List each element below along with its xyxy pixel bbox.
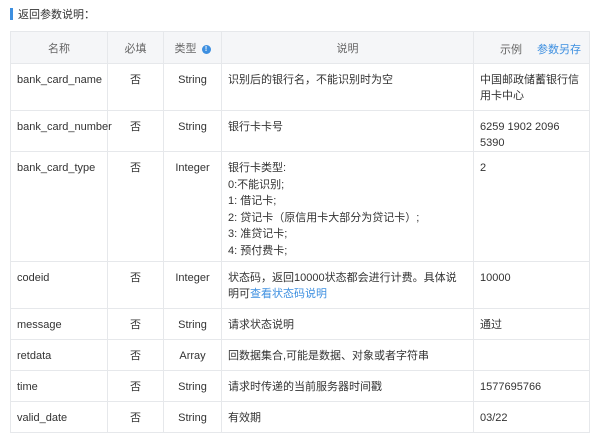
table-row: bank_card_type 否 Integer 银行卡类型: 0:不能识别; …: [10, 151, 590, 262]
param-example: 1577695766: [473, 370, 590, 402]
table-row: bank_card_name 否 String 识别后的银行名，不能识别时为空 …: [10, 63, 590, 111]
col-header-required: 必填: [107, 31, 164, 64]
param-description: 银行卡类型: 0:不能识别; 1: 借记卡; 2: 贷记卡（原信用卡大部分为贷记…: [221, 151, 474, 262]
param-type: String: [163, 110, 222, 152]
table-row: retdata 否 Array 回数据集合,可能是数据、对象或者字符串: [10, 339, 590, 371]
param-required: 否: [107, 110, 164, 152]
param-type: String: [163, 401, 222, 433]
description-line: 1: 借记卡;: [228, 195, 277, 207]
param-description: 请求状态说明: [221, 308, 474, 340]
param-example: 2: [473, 151, 590, 262]
param-example: 10000: [473, 261, 590, 309]
param-required: 否: [107, 339, 164, 371]
col-header-example: 示例 参数另存: [473, 31, 590, 64]
param-type: String: [163, 308, 222, 340]
col-header-example-label: 示例: [500, 44, 522, 56]
col-header-type: 类型 !: [163, 31, 222, 64]
param-description: 银行卡卡号: [221, 110, 474, 152]
param-example: 中国邮政储蓄银行信用卡中心: [473, 63, 590, 111]
heading-accent-bar: [10, 8, 13, 20]
param-name: message: [10, 308, 108, 340]
description-line: 0:不能识别;: [228, 178, 285, 191]
param-example: [473, 339, 590, 371]
param-name: codeid: [10, 261, 108, 309]
table-row: message 否 String 请求状态说明 通过: [10, 308, 590, 340]
param-description: 回数据集合,可能是数据、对象或者字符串: [221, 339, 474, 371]
table-header-row: 名称 必填 类型 ! 说明 示例 参数另存: [10, 31, 590, 64]
status-code-doc-link[interactable]: 查看状态码说明: [250, 288, 327, 300]
return-params-table: 名称 必填 类型 ! 说明 示例 参数另存 bank_card_name 否 S…: [10, 31, 590, 433]
table-row: valid_date 否 String 有效期 03/22: [10, 401, 590, 433]
param-example: 03/22: [473, 401, 590, 433]
description-line: 4: 预付费卡;: [228, 244, 288, 257]
table-row: bank_card_number 否 String 银行卡卡号 6259 190…: [10, 110, 590, 152]
param-name: bank_card_type: [10, 151, 108, 262]
param-required: 否: [107, 63, 164, 111]
description-line: 3: 准贷记卡;: [228, 228, 288, 240]
param-name: time: [10, 370, 108, 402]
param-required: 否: [107, 308, 164, 340]
param-description: 有效期: [221, 401, 474, 433]
param-required: 否: [107, 401, 164, 433]
param-description: 请求时传递的当前服务器时间戳: [221, 370, 474, 402]
param-name: retdata: [10, 339, 108, 371]
param-name: valid_date: [10, 401, 108, 433]
col-header-type-label: 类型: [174, 42, 197, 55]
param-type: Integer: [163, 261, 222, 309]
info-icon[interactable]: !: [201, 44, 211, 54]
col-header-description: 说明: [221, 31, 474, 64]
param-name: bank_card_number: [10, 110, 112, 152]
param-name: bank_card_name: [10, 63, 108, 111]
param-type: String: [163, 63, 222, 111]
section-title: 返回参数说明：: [18, 9, 95, 21]
save-params-link[interactable]: 参数另存: [537, 41, 581, 57]
param-type: Integer: [163, 151, 222, 262]
section-heading: 返回参数说明：: [10, 7, 95, 21]
description-line: 2: 贷记卡（原信用卡大部分为贷记卡）;: [228, 211, 420, 224]
table-row: time 否 String 请求时传递的当前服务器时间戳 1577695766: [10, 370, 590, 402]
param-type: Array: [163, 339, 222, 371]
col-header-name: 名称: [10, 31, 108, 64]
param-description: 状态码，返回10000状态都会进行计费。具体说明可查看状态码说明: [221, 261, 474, 309]
description-line: 银行卡类型:: [228, 162, 287, 174]
param-required: 否: [107, 370, 164, 402]
param-example: 通过: [473, 308, 590, 340]
param-example: 6259 1902 2096 5390: [473, 110, 590, 152]
table-row: codeid 否 Integer 状态码，返回10000状态都会进行计费。具体说…: [10, 261, 590, 309]
param-description: 识别后的银行名，不能识别时为空: [221, 63, 474, 111]
param-type: String: [163, 370, 222, 402]
param-required: 否: [107, 151, 164, 262]
param-required: 否: [107, 261, 164, 309]
